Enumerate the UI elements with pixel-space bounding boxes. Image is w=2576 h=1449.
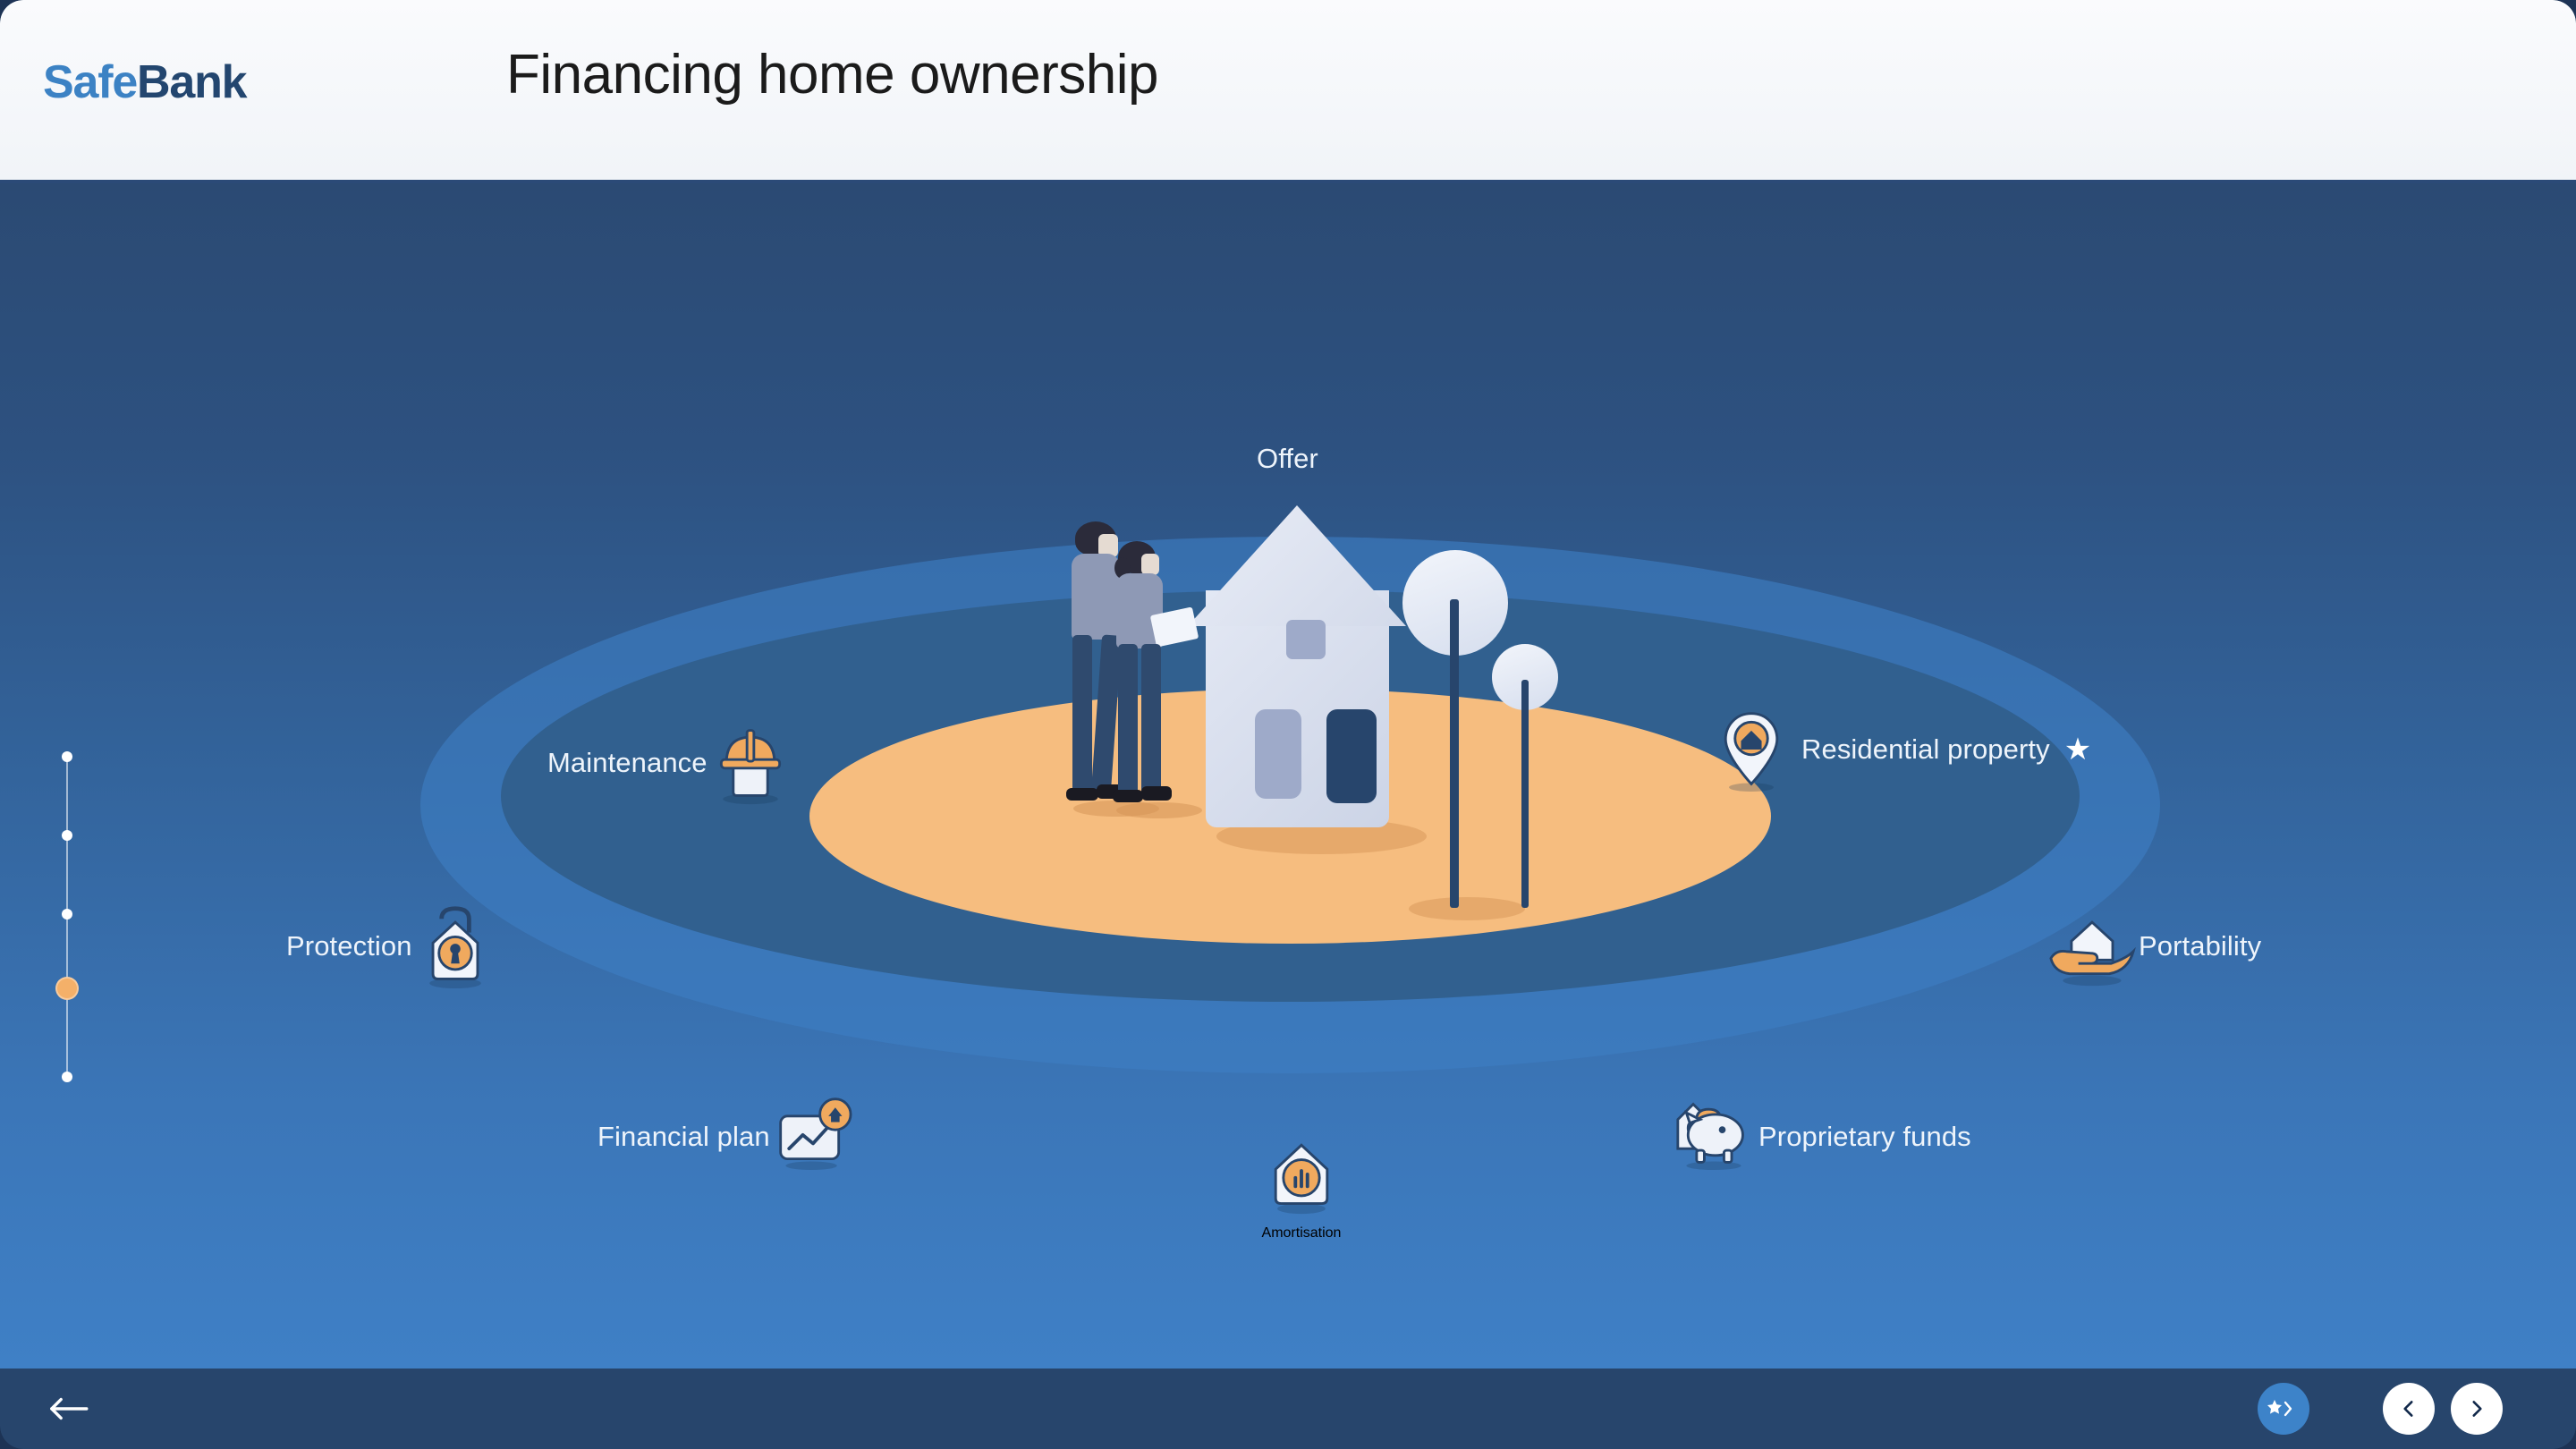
brand-logo[interactable]: SafeBank xyxy=(43,55,248,109)
house-door xyxy=(1326,709,1377,803)
node-label-maintenance: Maintenance xyxy=(547,747,708,778)
star-forward-button[interactable] xyxy=(2258,1383,2309,1435)
node-label-proprietary-funds: Proprietary funds xyxy=(1758,1121,1971,1152)
node-label-financial-plan: Financial plan xyxy=(597,1121,770,1152)
progress-step-4-active[interactable] xyxy=(55,977,79,1000)
node-label-residential-property: Residential property xyxy=(1801,733,2050,765)
prev-slide-button[interactable] xyxy=(2383,1383,2435,1435)
logo-text-safe: Safe xyxy=(43,56,138,108)
node-label-protection: Protection xyxy=(286,930,412,962)
padlock-house-icon xyxy=(412,903,498,989)
house-roof xyxy=(1188,505,1406,626)
house-attic-window xyxy=(1286,620,1326,659)
node-label-portability: Portability xyxy=(2139,930,2262,962)
house-illustration xyxy=(1181,505,1427,953)
progress-step-3[interactable] xyxy=(62,909,72,919)
node-maintenance[interactable]: Maintenance xyxy=(547,720,793,806)
progress-rail[interactable] xyxy=(55,751,79,1082)
node-label-offer: Offer xyxy=(1257,443,1318,474)
chart-card-house-icon xyxy=(770,1094,856,1180)
map-pin-house-icon xyxy=(1708,707,1794,792)
progress-step-1[interactable] xyxy=(62,751,72,762)
tree-trunk-large xyxy=(1450,599,1459,908)
piggy-bank-house-icon xyxy=(1665,1094,1751,1180)
node-proprietary-funds[interactable]: Proprietary funds xyxy=(1665,1094,1971,1180)
arrow-left-icon[interactable] xyxy=(45,1392,91,1426)
house-window xyxy=(1255,709,1301,799)
hand-house-icon xyxy=(2044,903,2136,989)
bottom-toolbar xyxy=(0,1368,2576,1449)
node-offer[interactable]: Offer xyxy=(1257,443,1318,475)
node-protection[interactable]: Protection xyxy=(286,903,498,989)
next-slide-button[interactable] xyxy=(2451,1383,2503,1435)
node-portability[interactable]: Portability xyxy=(2044,903,2261,989)
slide-canvas: Offer Maintenance Residential property ★… xyxy=(0,183,2576,1368)
tree-shadow xyxy=(1409,897,1525,920)
house-bars-icon xyxy=(1258,1130,1344,1220)
node-amortisation[interactable]: Amortisation xyxy=(1212,1130,1391,1241)
node-financial-plan[interactable]: Financial plan xyxy=(597,1094,856,1180)
tree-trunk-small xyxy=(1521,680,1529,908)
star-badge-icon: ★ xyxy=(2063,733,2092,767)
page-title: Financing home ownership xyxy=(506,44,1158,106)
node-residential-property[interactable]: Residential property ★ xyxy=(1708,707,2091,792)
node-label-amortisation: Amortisation xyxy=(1261,1225,1342,1241)
app-header: SafeBank Financing home ownership xyxy=(0,0,2576,183)
presentation-window: SafeBank Financing home ownership Offer … xyxy=(0,0,2576,1449)
hardhat-house-icon xyxy=(708,720,793,806)
progress-step-2[interactable] xyxy=(62,830,72,841)
logo-text-bank: Bank xyxy=(137,56,248,108)
progress-step-5[interactable] xyxy=(62,1072,72,1082)
